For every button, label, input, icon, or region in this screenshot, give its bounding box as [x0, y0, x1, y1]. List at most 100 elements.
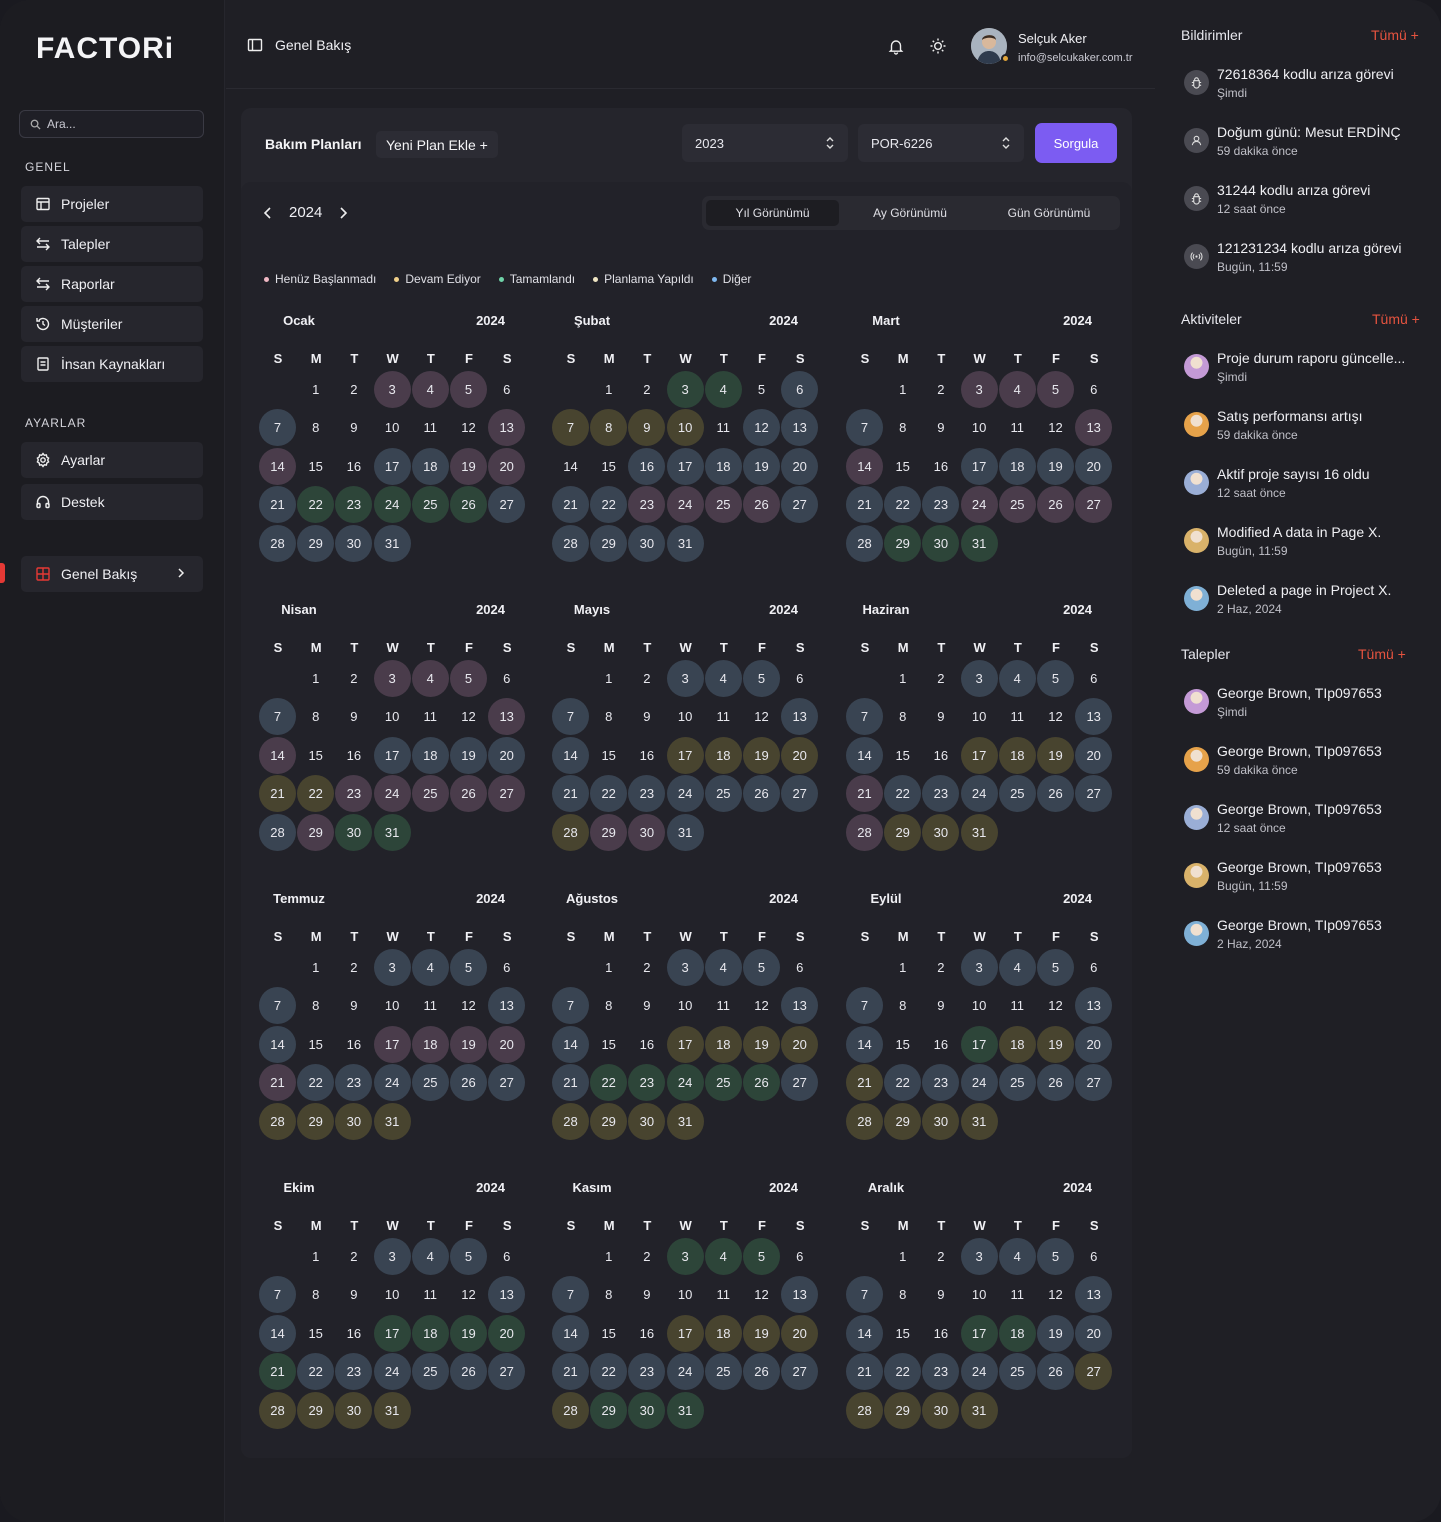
- calendar-day[interactable]: 6: [1075, 1238, 1112, 1275]
- calendar-day[interactable]: 15: [590, 448, 627, 485]
- calendar-day[interactable]: 22: [590, 1353, 628, 1391]
- calendar-day[interactable]: 16: [335, 737, 372, 774]
- calendar-day[interactable]: 28: [259, 813, 296, 851]
- breadcrumb[interactable]: Genel Bakış: [247, 37, 351, 53]
- calendar-day[interactable]: 14: [552, 1314, 589, 1352]
- calendar-day[interactable]: 16: [922, 1315, 959, 1352]
- calendar-day[interactable]: 30: [335, 1391, 373, 1429]
- calendar-day[interactable]: 2: [335, 660, 372, 697]
- calendar-day[interactable]: 22: [590, 1064, 628, 1102]
- calendar-day[interactable]: 9: [335, 698, 372, 735]
- calendar-day[interactable]: 16: [628, 447, 666, 485]
- calendar-day[interactable]: 6: [781, 949, 818, 986]
- calendar-day[interactable]: 26: [1037, 775, 1074, 813]
- calendar-day[interactable]: 7: [259, 409, 296, 447]
- list-item[interactable]: 121231234 kodlu arıza görevi Bugün, 11:59: [1184, 240, 1434, 280]
- calendar-day[interactable]: 22: [590, 486, 628, 524]
- calendar-day[interactable]: 30: [922, 1102, 960, 1140]
- tab-month-view[interactable]: Ay Görünümü: [842, 200, 978, 226]
- calendar-day[interactable]: 17: [960, 447, 998, 485]
- calendar-day[interactable]: 12: [1037, 409, 1074, 446]
- calendar-day[interactable]: 17: [373, 1025, 411, 1063]
- notifications-all-link[interactable]: Tümü +: [1371, 27, 1419, 43]
- calendar-day[interactable]: 20: [488, 1025, 526, 1063]
- calendar-day[interactable]: 3: [373, 949, 411, 986]
- calendar-day[interactable]: 31: [960, 1102, 998, 1140]
- calendar-day[interactable]: 26: [743, 775, 780, 813]
- calendar-day[interactable]: 14: [259, 1314, 296, 1352]
- calendar-day[interactable]: 6: [1075, 949, 1112, 986]
- calendar-day[interactable]: 10: [374, 1276, 411, 1313]
- calendar-day[interactable]: 6: [781, 371, 819, 408]
- calendar-day[interactable]: 15: [590, 1315, 627, 1352]
- calendar-day[interactable]: 11: [705, 698, 742, 735]
- calendar-day[interactable]: 14: [259, 1025, 296, 1063]
- calendar-day[interactable]: 3: [666, 1238, 704, 1275]
- chevron-right-icon[interactable]: [336, 206, 350, 220]
- calendar-day[interactable]: 29: [884, 1102, 922, 1140]
- calendar-day[interactable]: 27: [488, 1064, 526, 1102]
- calendar-day[interactable]: 16: [628, 737, 665, 774]
- sidebar-item-genel-bakis[interactable]: Genel Bakış: [21, 556, 203, 592]
- sidebar-item-insan-kaynaklari[interactable]: İnsan Kaynakları: [21, 346, 203, 382]
- calendar-day[interactable]: 18: [704, 1314, 742, 1352]
- calendar-day[interactable]: 16: [922, 1026, 959, 1063]
- calendar-day[interactable]: 27: [1075, 486, 1113, 524]
- calendar-day[interactable]: 24: [373, 486, 411, 524]
- calendar-day[interactable]: 26: [743, 486, 780, 524]
- calendar-day[interactable]: 11: [705, 987, 742, 1024]
- calendar-day[interactable]: 28: [259, 1391, 296, 1429]
- calendar-day[interactable]: 21: [552, 486, 589, 524]
- calendar-day[interactable]: 4: [411, 660, 449, 697]
- calendar-day[interactable]: 15: [884, 448, 921, 485]
- calendar-day[interactable]: 6: [488, 1238, 525, 1275]
- calendar-day[interactable]: 1: [590, 1238, 627, 1275]
- calendar-day[interactable]: 5: [450, 371, 487, 408]
- calendar-day[interactable]: 25: [704, 1064, 742, 1102]
- sidebar-item-musteriler[interactable]: Müşteriler: [21, 306, 203, 342]
- calendar-day[interactable]: 19: [1037, 1025, 1074, 1063]
- calendar-day[interactable]: 11: [999, 409, 1036, 446]
- list-item[interactable]: 72618364 kodlu arıza görevi Şimdi: [1184, 66, 1434, 106]
- calendar-day[interactable]: 9: [628, 698, 665, 735]
- calendar-day[interactable]: 18: [998, 447, 1036, 485]
- list-item[interactable]: Proje durum raporu güncelle... Şimdi: [1184, 350, 1434, 390]
- calendar-day[interactable]: 6: [781, 1238, 818, 1275]
- calendar-day[interactable]: 29: [884, 1391, 922, 1429]
- calendar-day[interactable]: 22: [884, 775, 922, 813]
- calendar-day[interactable]: 20: [781, 1314, 819, 1352]
- calendar-day[interactable]: 13: [781, 1276, 819, 1314]
- calendar-day[interactable]: 12: [450, 1276, 487, 1313]
- calendar-day[interactable]: 7: [552, 1276, 589, 1314]
- calendar-day[interactable]: 18: [704, 736, 742, 774]
- calendar-day[interactable]: 1: [297, 660, 334, 697]
- calendar-day[interactable]: 18: [411, 1025, 449, 1063]
- calendar-day[interactable]: 28: [552, 813, 589, 851]
- calendar-day[interactable]: 16: [335, 1026, 372, 1063]
- calendar-day[interactable]: 25: [704, 775, 742, 813]
- calendar-day[interactable]: 9: [335, 1276, 372, 1313]
- calendar-day[interactable]: 11: [412, 987, 449, 1024]
- calendar-day[interactable]: 3: [373, 371, 411, 408]
- calendar-day[interactable]: 23: [335, 486, 373, 524]
- calendar-day[interactable]: 14: [846, 1025, 883, 1063]
- calendar-day[interactable]: 25: [998, 486, 1036, 524]
- calendar-day[interactable]: 31: [666, 1102, 704, 1140]
- calendar-day[interactable]: 30: [628, 1391, 666, 1429]
- calendar-day[interactable]: 31: [960, 1391, 998, 1429]
- calendar-day[interactable]: 13: [1075, 409, 1113, 447]
- calendar-day[interactable]: 13: [1075, 1276, 1113, 1314]
- calendar-day[interactable]: 7: [846, 409, 883, 447]
- calendar-day[interactable]: 28: [552, 1102, 589, 1140]
- calendar-day[interactable]: 14: [552, 736, 589, 774]
- chevron-left-icon[interactable]: [261, 206, 275, 220]
- calendar-day[interactable]: 29: [590, 1391, 628, 1429]
- calendar-day[interactable]: 2: [335, 371, 372, 408]
- calendar-day[interactable]: 18: [998, 1314, 1036, 1352]
- calendar-day[interactable]: 11: [705, 409, 742, 446]
- code-select[interactable]: POR-6226: [858, 124, 1024, 162]
- calendar-day[interactable]: 4: [704, 660, 742, 697]
- calendar-day[interactable]: 20: [1075, 1314, 1113, 1352]
- calendar-day[interactable]: 11: [705, 1276, 742, 1313]
- calendar-day[interactable]: 31: [666, 813, 704, 851]
